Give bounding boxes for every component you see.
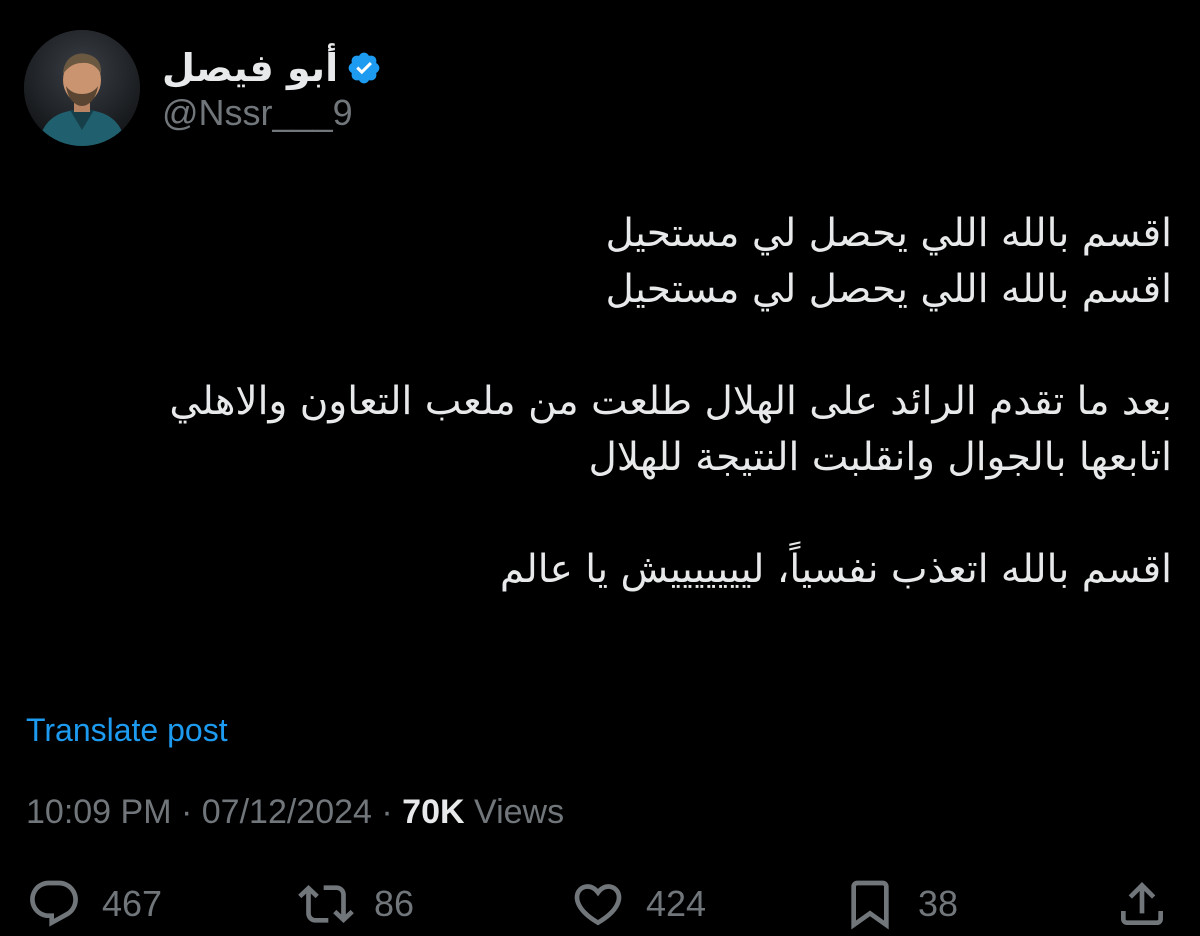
author-name-row[interactable]: أبو فيصل [162,40,382,96]
display-name[interactable]: أبو فيصل [162,46,338,90]
reply-button[interactable]: 467 [26,876,162,932]
heart-icon [574,884,622,926]
post-line: اقسم بالله اللي يحصل لي مستحيل [605,267,1173,312]
bookmark-button[interactable]: 38 [842,876,958,932]
post-line: اقسم بالله اللي يحصل لي مستحيل [605,211,1173,256]
avatar[interactable] [24,30,140,146]
views-label: Views [474,793,565,831]
reply-count: 467 [102,883,163,924]
post-blank-line [27,318,1172,374]
action-bar: 467 86 424 38 [0,876,1200,936]
tweet-detail: أبو فيصل @Nssr___9 اقسم بالله اللي يحصل … [0,0,1200,930]
meta-separator: · [180,793,193,831]
meta-separator: · [381,793,393,831]
repost-count: 86 [374,883,415,924]
post-text: اقسم بالله اللي يحصل لي مستحيل اقسم بالل… [27,206,1172,598]
bookmark-icon [851,880,889,930]
views-count: 70K [402,793,465,831]
post-blank-line [27,486,1172,542]
post-line: بعد ما تقدم الرائد على الهلال طلعت من مل… [169,379,1172,424]
repost-button[interactable]: 86 [298,876,414,932]
translate-post-link[interactable]: Translate post [26,712,228,749]
reply-icon [30,880,78,927]
verified-badge-icon [346,50,382,86]
share-icon [1121,882,1163,925]
like-button[interactable]: 424 [570,876,706,932]
post-time[interactable]: 10:09 PM [26,793,172,831]
post-line: اقسم بالله اتعذب نفسياً، ليييييييش يا عا… [499,547,1172,592]
author-handle[interactable]: @Nssr___9 [162,92,353,134]
post-meta: 10:09 PM · 07/12/2024 · 70K Views [26,793,564,832]
avatar-photo-icon [24,30,140,146]
share-button[interactable] [1114,876,1170,932]
like-count: 424 [646,883,707,924]
post-line: اتابعها بالجوال وانقلبت النتيجة للهلال [588,435,1172,480]
bookmark-count: 38 [918,883,959,924]
repost-icon [298,885,354,923]
post-date[interactable]: 07/12/2024 [202,793,372,831]
